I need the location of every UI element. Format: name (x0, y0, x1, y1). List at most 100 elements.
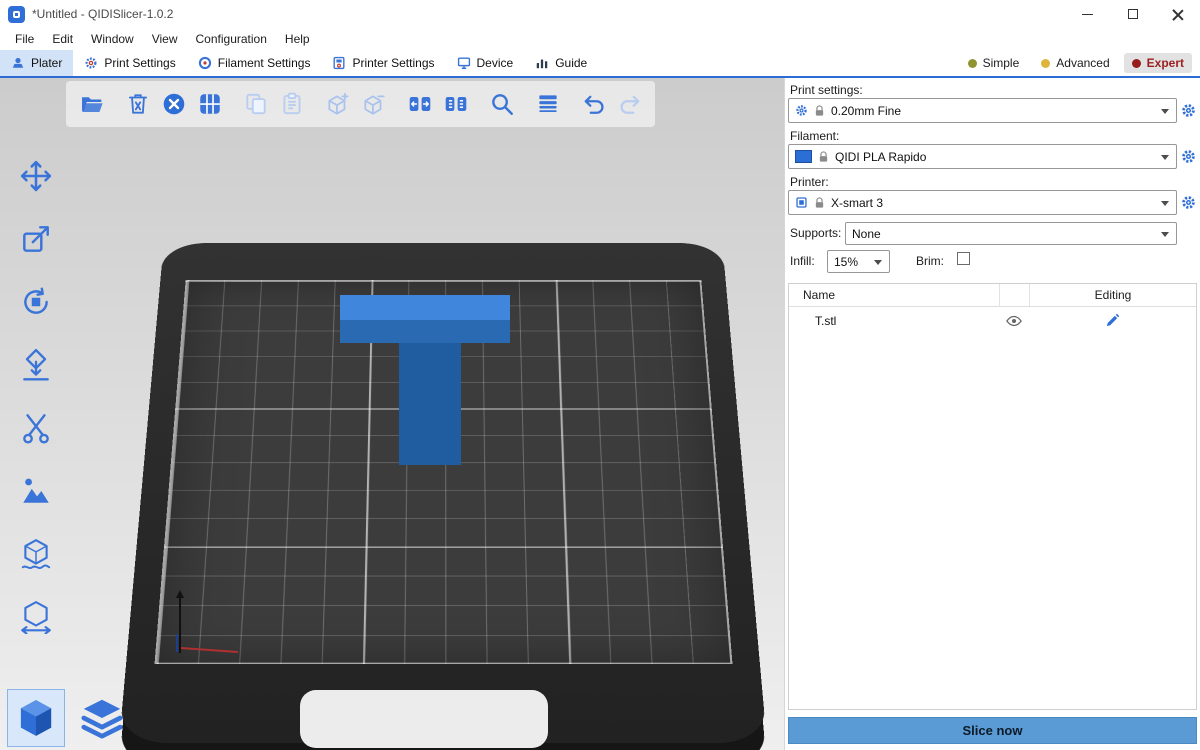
object-list-row[interactable]: T.stl (789, 307, 1196, 334)
tab-printer-settings[interactable]: Printer Settings (321, 50, 445, 76)
split-objects-icon (407, 91, 433, 117)
delete-all-button[interactable] (157, 84, 190, 124)
preview-view-button[interactable] (73, 689, 131, 747)
object-name: T.stl (789, 314, 999, 328)
printer-combo[interactable]: X-smart 3 (788, 190, 1177, 215)
open-project-button[interactable] (75, 84, 108, 124)
menu-edit[interactable]: Edit (43, 28, 82, 50)
print-settings-combo[interactable]: 0.20mm Fine (788, 98, 1177, 123)
printer-settings-icon (332, 56, 346, 70)
remove-instance-button[interactable] (357, 84, 390, 124)
mode-expert[interactable]: Expert (1124, 53, 1192, 73)
paint-supports-icon (19, 474, 53, 508)
minimize-button[interactable] (1065, 0, 1110, 28)
maximize-button[interactable] (1110, 0, 1155, 28)
column-visibility-header (999, 284, 1029, 306)
minimize-icon (1082, 14, 1093, 15)
paint-supports-tool-button[interactable] (12, 469, 60, 513)
open-folder-icon (79, 91, 105, 117)
variable-layer-height-button[interactable] (531, 84, 564, 124)
search-icon (489, 91, 515, 117)
brim-label: Brim: (916, 254, 944, 268)
gear-icon (795, 104, 808, 117)
mode-expert-dot-icon (1132, 59, 1141, 68)
split-parts-icon (443, 91, 469, 117)
infill-value: 15% (834, 255, 869, 269)
slice-now-button[interactable]: Slice now (788, 717, 1197, 744)
add-instance-button[interactable] (321, 84, 354, 124)
rotate-icon (19, 285, 53, 319)
split-to-objects-button[interactable] (403, 84, 436, 124)
mode-simple-label: Simple (983, 56, 1020, 70)
menu-configuration[interactable]: Configuration (187, 28, 276, 50)
view-mode-switcher (7, 689, 131, 747)
chevron-down-icon (1161, 109, 1169, 114)
tab-printer-settings-label: Printer Settings (352, 56, 434, 70)
viewport-toolbar (66, 81, 655, 127)
menu-window[interactable]: Window (82, 28, 143, 50)
scale-tool-button[interactable] (12, 217, 60, 261)
plater-icon (11, 56, 25, 70)
mode-advanced[interactable]: Advanced (1033, 53, 1117, 73)
tab-print-settings-label: Print Settings (104, 56, 175, 70)
menu-view[interactable]: View (143, 28, 187, 50)
main-tabbar: Plater Print Settings Filament Settings … (0, 50, 1200, 78)
print-settings-value: 0.20mm Fine (831, 104, 1156, 118)
tab-print-settings[interactable]: Print Settings (73, 50, 186, 76)
gear-icon (1181, 195, 1196, 210)
object-visibility-toggle[interactable] (999, 315, 1029, 327)
tab-device[interactable]: Device (446, 50, 525, 76)
tab-guide[interactable]: Guide (524, 50, 598, 76)
filament-gear-button[interactable] (1179, 146, 1197, 166)
paste-button[interactable] (275, 84, 308, 124)
search-button[interactable] (485, 84, 518, 124)
mode-simple[interactable]: Simple (960, 53, 1028, 73)
print-settings-gear-button[interactable] (1179, 100, 1197, 120)
add-instance-icon (325, 91, 351, 117)
gizmo-toolbar (12, 154, 60, 639)
menu-file[interactable]: File (6, 28, 43, 50)
tab-filament-settings[interactable]: Filament Settings (187, 50, 322, 76)
filament-combo[interactable]: QIDI PLA Rapido (788, 144, 1177, 169)
move-tool-button[interactable] (12, 154, 60, 198)
supports-value: None (852, 227, 1156, 241)
3d-view-cube-icon (14, 696, 58, 740)
object-editing-button[interactable] (1029, 313, 1196, 328)
arrange-button[interactable] (193, 84, 226, 124)
copy-button[interactable] (239, 84, 272, 124)
main-area: Print settings: 0.20mm Fine Filament: QI… (0, 78, 1200, 750)
split-to-parts-button[interactable] (439, 84, 472, 124)
lock-icon (814, 197, 825, 209)
delete-button[interactable] (121, 84, 154, 124)
chevron-down-icon (1161, 232, 1169, 237)
print-bed-front-notch (300, 690, 548, 748)
brim-checkbox[interactable] (957, 252, 970, 265)
settings-sidebar: Print settings: 0.20mm Fine Filament: QI… (784, 78, 1200, 750)
place-on-face-tool-button[interactable] (12, 343, 60, 387)
printer-gear-button[interactable] (1179, 192, 1197, 212)
measure-tool-button[interactable] (12, 595, 60, 639)
infill-label: Infill: (790, 254, 815, 268)
printer-icon (795, 196, 808, 209)
rotate-tool-button[interactable] (12, 280, 60, 324)
3d-editor-view-button[interactable] (7, 689, 65, 747)
seam-painting-tool-button[interactable] (12, 532, 60, 576)
tab-device-label: Device (477, 56, 514, 70)
viewport-canvas[interactable] (0, 78, 784, 750)
model-t-top-face (340, 295, 510, 320)
column-name-header: Name (789, 288, 999, 302)
scale-icon (19, 222, 53, 256)
cut-tool-button[interactable] (12, 406, 60, 450)
undo-button[interactable] (577, 84, 610, 124)
menu-help[interactable]: Help (276, 28, 319, 50)
copy-icon (243, 91, 269, 117)
mode-simple-dot-icon (968, 59, 977, 68)
arrange-icon (197, 91, 223, 117)
supports-combo[interactable]: None (845, 222, 1177, 245)
tab-plater[interactable]: Plater (0, 50, 73, 76)
infill-combo[interactable]: 15% (827, 250, 890, 273)
mode-advanced-label: Advanced (1056, 56, 1109, 70)
redo-button[interactable] (613, 84, 646, 124)
close-button[interactable] (1155, 0, 1200, 28)
tab-plater-label: Plater (31, 56, 62, 70)
